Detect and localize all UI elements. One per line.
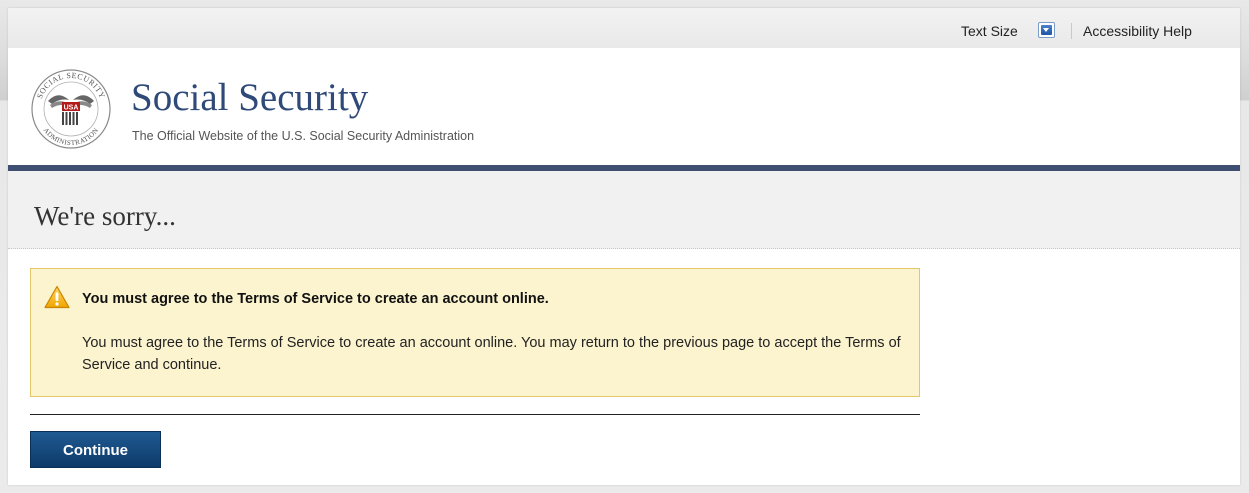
accessibility-help-link[interactable]: Accessibility Help [1083, 23, 1192, 39]
warning-alert: You must agree to the Terms of Service t… [30, 268, 920, 397]
utility-divider [1071, 23, 1072, 39]
chevron-down-icon [1041, 25, 1052, 35]
utility-bar: Text Size Accessibility Help [8, 8, 1240, 48]
alert-message: You must agree to the Terms of Service t… [82, 335, 901, 373]
ssa-seal-icon[interactable]: SOCIAL SECURITY ADMINISTRATION USA [30, 68, 112, 150]
continue-button[interactable]: Continue [30, 431, 161, 468]
site-tagline: The Official Website of the U.S. Social … [132, 129, 475, 143]
page-title: We're sorry... [34, 201, 176, 231]
content-divider [30, 414, 920, 415]
site-header: SOCIAL SECURITY ADMINISTRATION USA Socia… [8, 48, 1240, 165]
text-size-dropdown-button[interactable] [1038, 22, 1055, 38]
page-container: Text Size Accessibility Help SOCIAL SECU… [8, 8, 1240, 485]
page-heading-band: We're sorry... [8, 171, 1240, 249]
site-title[interactable]: Social Security [131, 76, 368, 120]
svg-text:USA: USA [64, 105, 79, 112]
alert-title: You must agree to the Terms of Service t… [82, 291, 549, 307]
warning-icon [44, 285, 70, 309]
text-size-label[interactable]: Text Size [961, 23, 1018, 39]
